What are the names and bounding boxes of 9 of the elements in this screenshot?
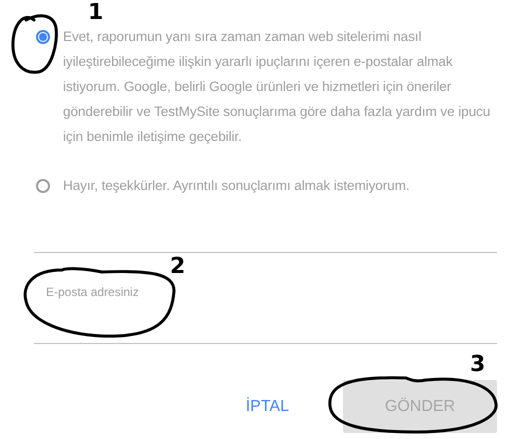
cancel-button[interactable]: İPTAL bbox=[232, 390, 303, 424]
option-label: Evet, raporumun yanı sıra zaman zaman web sitelerimi nasıl iyileştirebileceğime ilişkin yararlı ipuçlarını içeren e-postalar almak istiyorum. Google, belirli Google ürünleri ve hizmetleri için öneriler gönderebilir ve TestMySite sonuçlarıma göre daha fazla yardım ve ipucu için benimle iletişime geçebilir. bbox=[63, 28, 492, 146]
annotation-number: 2 bbox=[170, 256, 186, 278]
circle-annotation bbox=[10, 12, 60, 76]
radio-button[interactable] bbox=[36, 30, 50, 44]
radio-button[interactable] bbox=[36, 179, 50, 193]
annotation-number: 1 bbox=[88, 2, 104, 24]
annotation-number: 3 bbox=[470, 354, 486, 376]
option-label: Hayır, teşekkürler. Ayrıntılı sonuçlarımı almak istemiyorum. bbox=[63, 177, 410, 195]
